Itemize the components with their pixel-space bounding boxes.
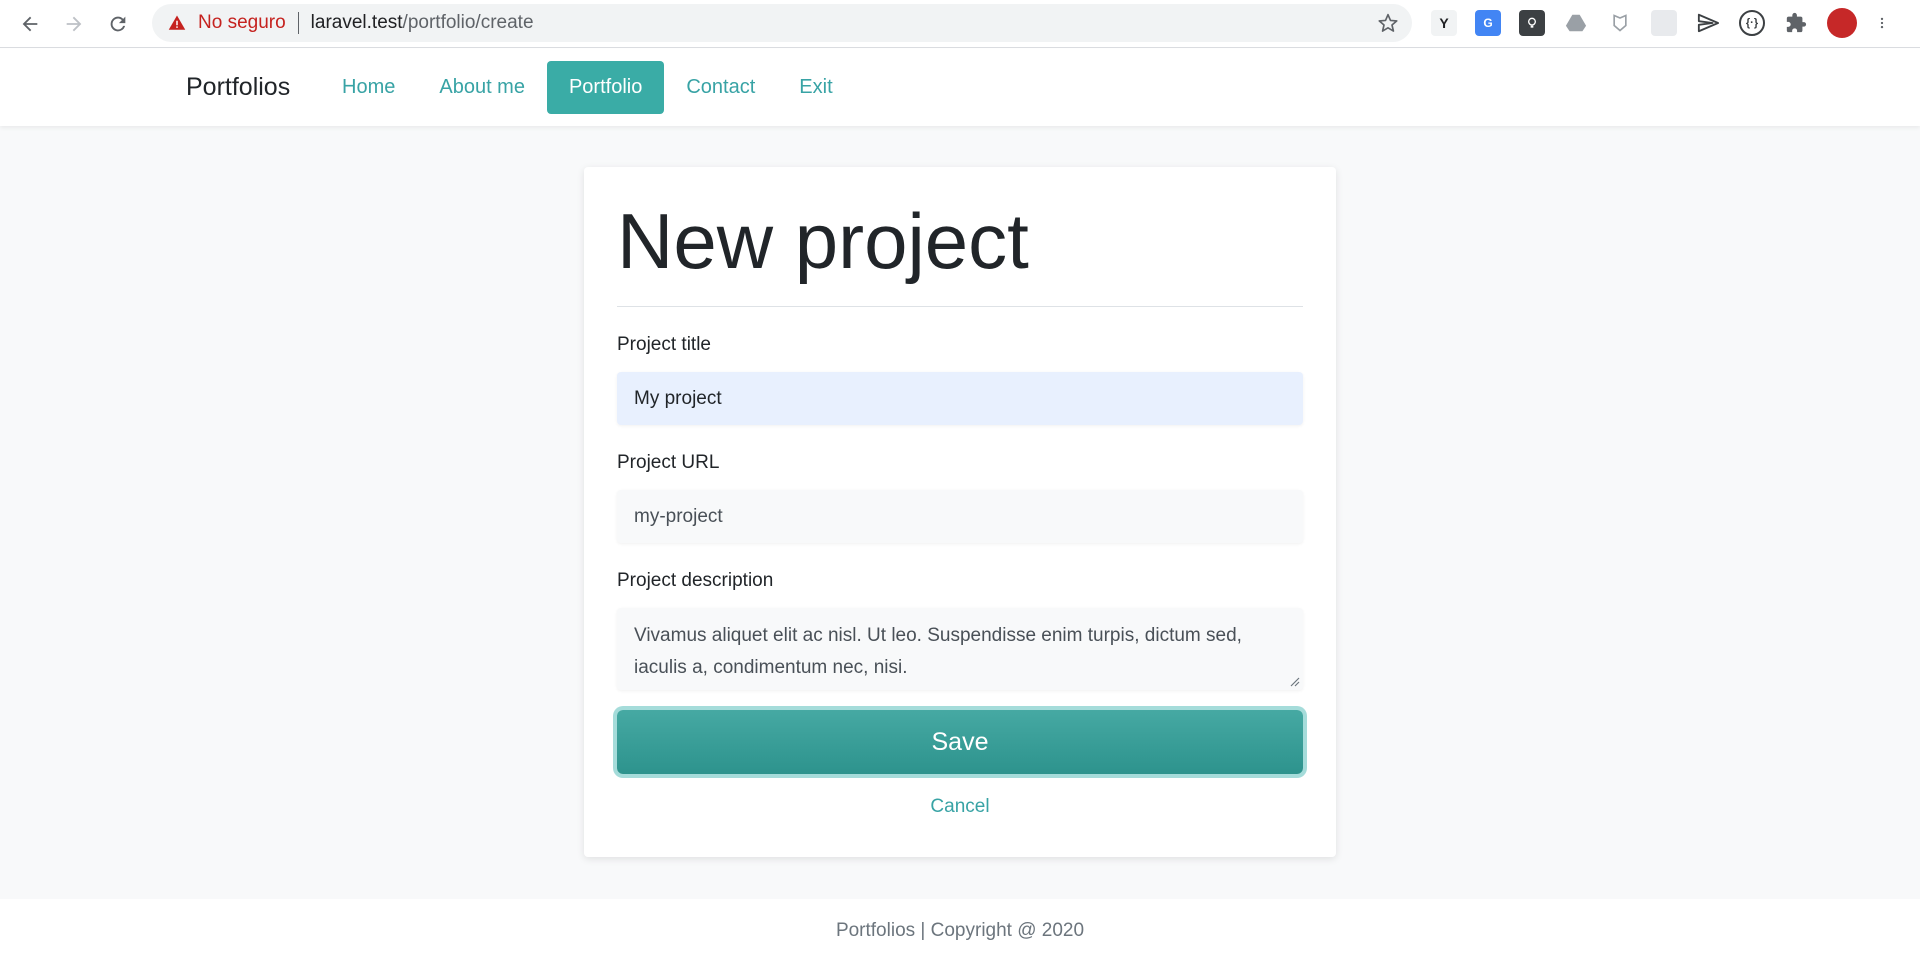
drive-extension-icon[interactable] [1563, 10, 1589, 36]
omnibox-separator [297, 12, 299, 34]
project-description-label: Project description [617, 570, 774, 591]
nav-contact[interactable]: Contact [664, 61, 777, 114]
address-bar[interactable]: No seguro laravel.test/portfolio/create [152, 4, 1412, 42]
title-divider [617, 306, 1303, 307]
project-url-label: Project URL [617, 452, 720, 473]
star-icon[interactable] [1378, 13, 1398, 33]
footer-copyright: Portfolios | Copyright @ 2020 [835, 919, 1085, 941]
nav-exit[interactable]: Exit [777, 61, 854, 114]
brand-link[interactable]: Portfolios [186, 73, 290, 102]
warning-icon [168, 15, 186, 30]
code-extension-icon[interactable]: {·} [1739, 10, 1765, 36]
shield-extension-icon[interactable] [1607, 10, 1633, 36]
security-status[interactable]: No seguro [198, 12, 286, 34]
project-url-input[interactable]: my-project [617, 490, 1303, 543]
url-path: /portfolio/create [402, 12, 534, 33]
save-button[interactable]: Save [617, 710, 1303, 774]
send-extension-icon[interactable] [1695, 10, 1721, 36]
nav-links: Home About me Portfolio Contact Exit [320, 61, 855, 114]
project-description-text: Vivamus aliquet elit ac nisl. Ut leo. Su… [634, 625, 1242, 678]
project-title-input[interactable]: My project [617, 372, 1303, 425]
resize-handle-icon[interactable] [1288, 675, 1300, 687]
back-button[interactable] [8, 2, 52, 46]
reload-icon [110, 16, 126, 31]
back-icon [22, 16, 38, 31]
extensions-bar: Y G {·} [1422, 4, 1898, 42]
y-extension-icon[interactable]: Y [1431, 10, 1457, 36]
footer: Portfolios | Copyright @ 2020 [0, 899, 1920, 962]
cancel-link[interactable]: Cancel [617, 796, 1303, 818]
project-title-label: Project title [617, 334, 711, 355]
new-project-card: New project Project title My project Pro… [584, 167, 1336, 857]
nav-portfolio[interactable]: Portfolio [546, 61, 665, 114]
puzzle-icon[interactable] [1783, 10, 1809, 36]
site-navbar: Portfolios Home About me Portfolio Conta… [0, 49, 1920, 126]
main-content: New project Project title My project Pro… [0, 126, 1920, 899]
grid-extension-icon[interactable] [1651, 10, 1677, 36]
nav-about-me[interactable]: About me [417, 61, 547, 114]
forward-button[interactable] [52, 2, 96, 46]
lightbulb-extension-icon[interactable] [1519, 10, 1545, 36]
url-host: laravel.test [310, 12, 403, 33]
translate-extension-icon[interactable]: G [1475, 10, 1501, 36]
menu-icon[interactable] [1875, 10, 1889, 36]
browser-toolbar: No seguro laravel.test/portfolio/create … [0, 0, 1920, 48]
forward-icon [66, 16, 82, 31]
project-description-textarea[interactable]: Vivamus aliquet elit ac nisl. Ut leo. Su… [617, 608, 1303, 690]
page-title: New project [617, 197, 1029, 285]
reload-button[interactable] [96, 2, 140, 46]
nav-home[interactable]: Home [320, 61, 417, 114]
profile-avatar[interactable] [1827, 8, 1857, 38]
